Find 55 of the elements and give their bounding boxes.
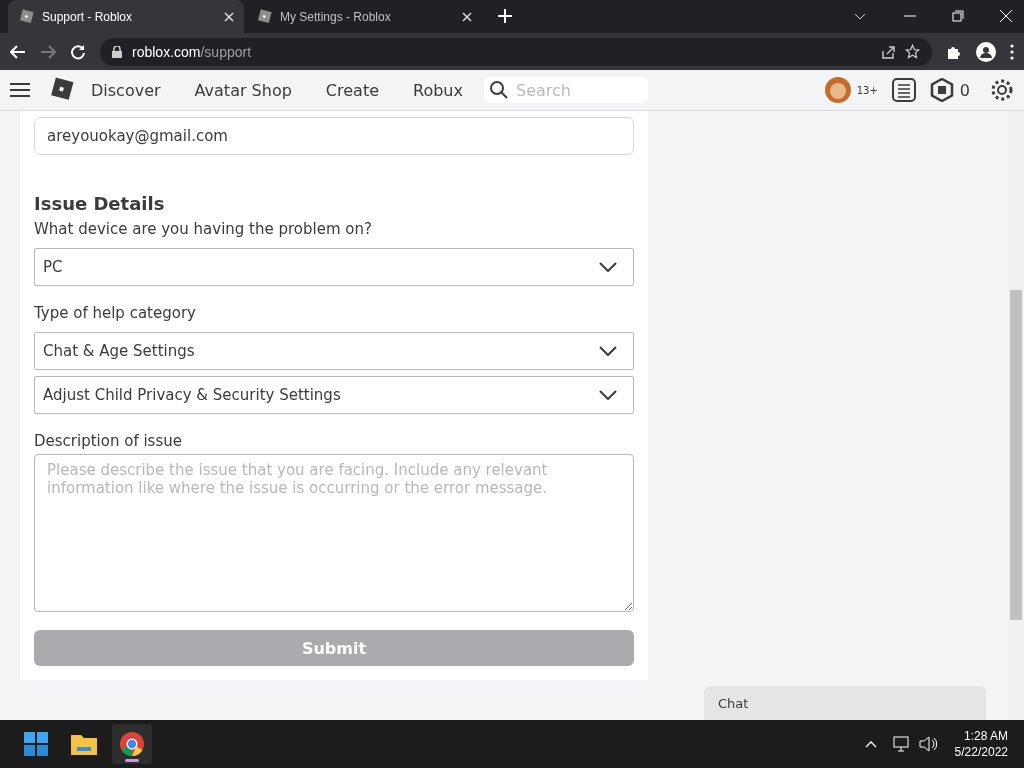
scrollbar[interactable] xyxy=(1008,111,1024,720)
search-field[interactable]: Search xyxy=(483,77,648,103)
nav-link[interactable]: Discover xyxy=(74,80,178,100)
nav-link[interactable]: Robux xyxy=(396,80,480,100)
address-bar[interactable]: roblox.com/support xyxy=(100,37,932,66)
profile-icon[interactable] xyxy=(976,41,996,62)
nav-link[interactable]: Create xyxy=(308,80,396,100)
dropdown[interactable]: Adjust Child Privacy & Security Settings xyxy=(34,376,634,414)
field-label: Type of help category xyxy=(34,304,197,322)
logo-icon xyxy=(256,8,272,25)
field-label: What device are you having the problem on? xyxy=(34,220,373,238)
avatar-icon[interactable] xyxy=(824,77,851,103)
close-icon[interactable] xyxy=(462,11,472,22)
chevron-down-icon[interactable] xyxy=(854,13,866,21)
chevron-up-icon[interactable] xyxy=(864,740,877,748)
forward-icon[interactable] xyxy=(40,44,56,59)
description-field[interactable]: Please describe the issue that you are facing. Include any relevant information like where the issue is occurring or the error message. xyxy=(34,454,634,612)
field-label: Description of issue xyxy=(34,432,183,450)
reload-icon[interactable] xyxy=(70,43,86,60)
chrome-icon xyxy=(120,732,144,756)
settings-icon[interactable] xyxy=(990,78,1014,102)
menu-icon[interactable] xyxy=(1010,43,1014,60)
chevron-down-icon xyxy=(599,390,617,400)
email-field[interactable]: areyouokay@gmail.com xyxy=(34,117,634,155)
lock-icon xyxy=(112,45,122,58)
clock-date: 5/22/2022 xyxy=(954,745,1008,759)
taskbar-app[interactable] xyxy=(112,724,152,764)
dropdown[interactable]: PC xyxy=(34,248,634,286)
section-title: Issue Details xyxy=(34,193,166,214)
logo-icon xyxy=(48,77,74,103)
menu-icon[interactable] xyxy=(10,82,30,98)
browser-tab[interactable]: Support - Roblox xyxy=(8,0,244,33)
list-icon[interactable] xyxy=(891,78,916,102)
chevron-down-icon xyxy=(599,262,617,272)
back-icon[interactable] xyxy=(10,44,26,59)
dropdown[interactable]: Chat & Age Settings xyxy=(34,332,634,370)
logo-icon xyxy=(18,8,34,25)
clock-time: 1:28 AM xyxy=(963,729,1008,743)
speaker-icon[interactable] xyxy=(918,736,937,752)
search-icon xyxy=(489,81,508,99)
chevron-down-icon xyxy=(599,346,617,356)
browser-tab[interactable]: My Settings - Roblox xyxy=(246,0,482,33)
restore-icon[interactable] xyxy=(952,10,964,22)
nav-link[interactable]: Avatar Shop xyxy=(177,80,309,100)
folder-icon xyxy=(71,733,97,755)
chat-panel[interactable]: Chat xyxy=(704,686,986,720)
url-text: roblox.com/support xyxy=(132,43,253,60)
robux-icon[interactable] xyxy=(929,78,954,102)
star-icon[interactable] xyxy=(905,44,920,59)
windows-icon xyxy=(24,732,48,756)
robux-count: 0 xyxy=(959,80,970,100)
plus-icon[interactable] xyxy=(498,9,512,23)
close-icon[interactable] xyxy=(224,11,234,22)
share-icon[interactable] xyxy=(881,44,895,59)
age-label: 13+ xyxy=(856,84,878,96)
